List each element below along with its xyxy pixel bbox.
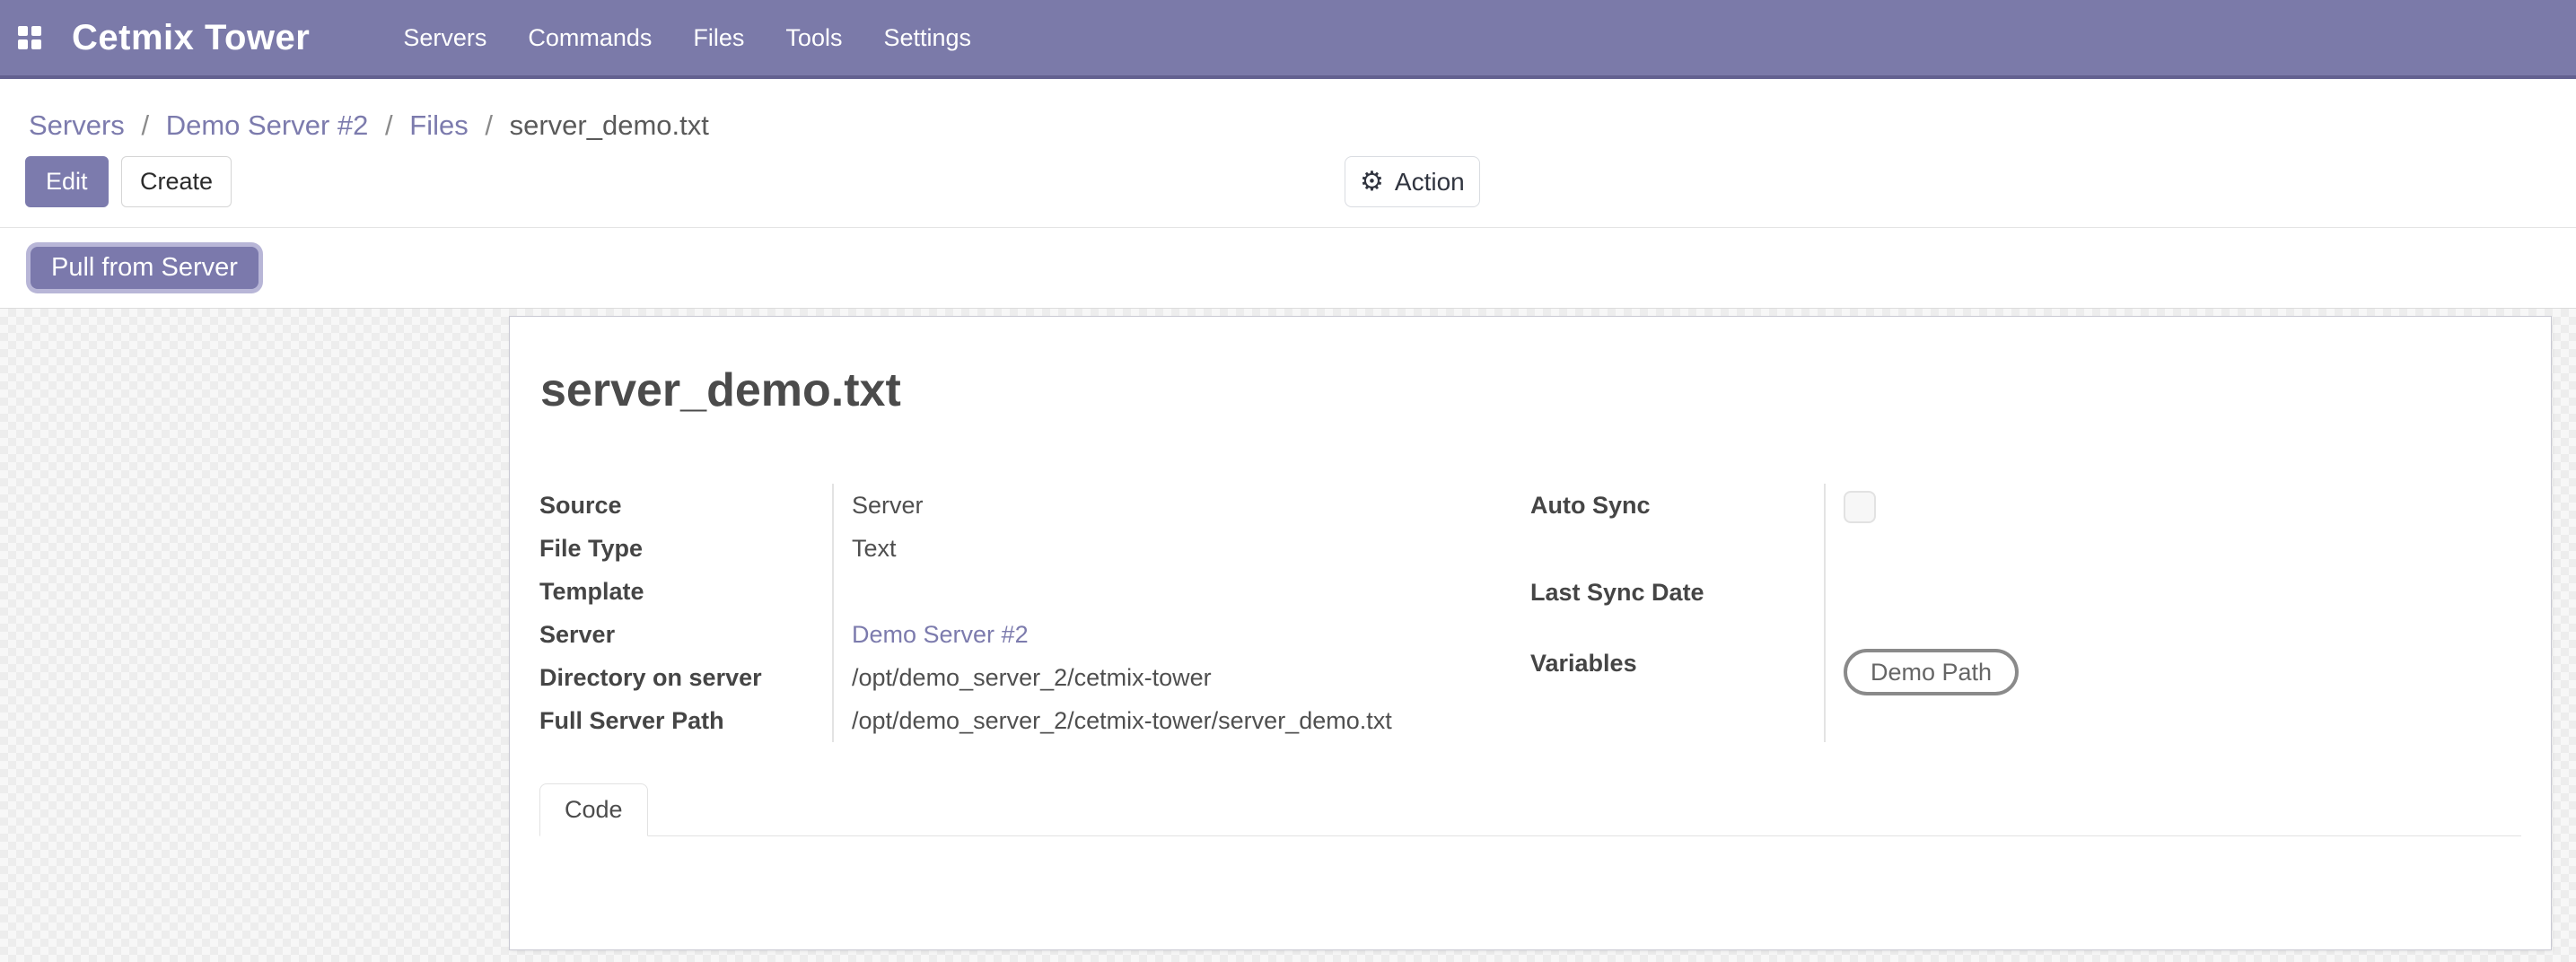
field-value-variables: Demo Path [1825, 642, 2521, 742]
breadcrumb-separator: / [141, 109, 149, 141]
field-value-server: Demo Server #2 [833, 613, 1530, 656]
breadcrumb-separator: / [485, 109, 493, 141]
field-label-auto-sync: Auto Sync [1530, 484, 1825, 571]
apps-grid-icon[interactable] [18, 26, 41, 49]
field-row-template: Template [539, 570, 1530, 613]
nav-item-files[interactable]: Files [693, 24, 744, 52]
form-sheet: server_demo.txt Source Server File Type … [509, 316, 2552, 950]
edit-button[interactable]: Edit [25, 156, 109, 207]
field-row-variables: Variables Demo Path [1530, 642, 2521, 742]
field-row-source: Source Server [539, 484, 1530, 527]
field-label-source: Source [539, 484, 833, 527]
breadcrumb-separator: / [385, 109, 393, 141]
field-label-template: Template [539, 570, 833, 613]
record-title: server_demo.txt [540, 363, 2521, 417]
breadcrumb-link-demo-server-2[interactable]: Demo Server #2 [166, 109, 369, 141]
tab-header: Code [539, 783, 2521, 836]
field-row-auto-sync: Auto Sync [1530, 484, 2521, 571]
field-label-variables: Variables [1530, 642, 1825, 742]
tab-code[interactable]: Code [539, 783, 648, 836]
apps-grid-square [31, 26, 41, 36]
breadcrumb: Servers / Demo Server #2 / Files / serve… [29, 106, 2547, 145]
nav-menu: Servers Commands Files Tools Settings [403, 24, 971, 52]
nav-item-tools[interactable]: Tools [785, 24, 842, 52]
statusbar: Pull from Server [0, 228, 2576, 309]
app-window: Cetmix Tower Servers Commands Files Tool… [0, 0, 2576, 962]
create-button[interactable]: Create [121, 156, 232, 207]
apps-grid-square [18, 26, 28, 36]
variable-tag-demo-path: Demo Path [1844, 649, 2019, 695]
nav-item-commands[interactable]: Commands [528, 24, 652, 52]
field-row-last-sync-date: Last Sync Date [1530, 571, 2521, 642]
action-button[interactable]: ⚙ Action [1345, 156, 1480, 207]
field-value-last-sync-date [1825, 571, 2521, 642]
field-label-full-server-path: Full Server Path [539, 699, 833, 742]
top-navbar: Cetmix Tower Servers Commands Files Tool… [0, 0, 2576, 79]
field-value-auto-sync [1825, 484, 2521, 571]
field-label-directory: Directory on server [539, 656, 833, 699]
field-row-full-server-path: Full Server Path /opt/demo_server_2/cetm… [539, 699, 1530, 742]
brand-title: Cetmix Tower [72, 18, 310, 58]
field-row-file-type: File Type Text [539, 527, 1530, 570]
field-value-directory: /opt/demo_server_2/cetmix-tower [833, 656, 1530, 699]
server-record-link[interactable]: Demo Server #2 [852, 621, 1029, 648]
notebook: Code [539, 783, 2521, 917]
apps-grid-square [31, 39, 41, 49]
field-value-source: Server [833, 484, 1530, 527]
action-button-label: Action [1395, 168, 1465, 197]
field-value-file-type: Text [833, 527, 1530, 570]
breadcrumb-current: server_demo.txt [510, 109, 709, 141]
auto-sync-checkbox[interactable] [1844, 491, 1876, 523]
field-label-last-sync-date: Last Sync Date [1530, 571, 1825, 642]
field-group-left: Source Server File Type Text Template Se… [539, 484, 1530, 742]
gear-icon: ⚙ [1360, 169, 1384, 196]
nav-item-settings[interactable]: Settings [883, 24, 971, 52]
button-row: Edit Create ⚙ Action [25, 156, 2547, 207]
field-groups: Source Server File Type Text Template Se… [539, 484, 2521, 742]
form-background: server_demo.txt Source Server File Type … [0, 309, 2576, 962]
apps-grid-square [18, 39, 28, 49]
pull-from-server-button[interactable]: Pull from Server [31, 247, 258, 289]
field-label-server: Server [539, 613, 833, 656]
breadcrumb-link-servers[interactable]: Servers [29, 109, 125, 141]
field-group-right: Auto Sync Last Sync Date Variables Demo … [1530, 484, 2521, 742]
control-panel: Servers / Demo Server #2 / Files / serve… [0, 79, 2576, 228]
field-row-server: Server Demo Server #2 [539, 613, 1530, 656]
nav-item-servers[interactable]: Servers [403, 24, 486, 52]
field-value-template [833, 570, 1530, 613]
breadcrumb-link-files[interactable]: Files [409, 109, 468, 141]
field-label-file-type: File Type [539, 527, 833, 570]
field-value-full-server-path: /opt/demo_server_2/cetmix-tower/server_d… [833, 699, 1530, 742]
tab-code-content [539, 836, 2521, 917]
field-row-directory: Directory on server /opt/demo_server_2/c… [539, 656, 1530, 699]
